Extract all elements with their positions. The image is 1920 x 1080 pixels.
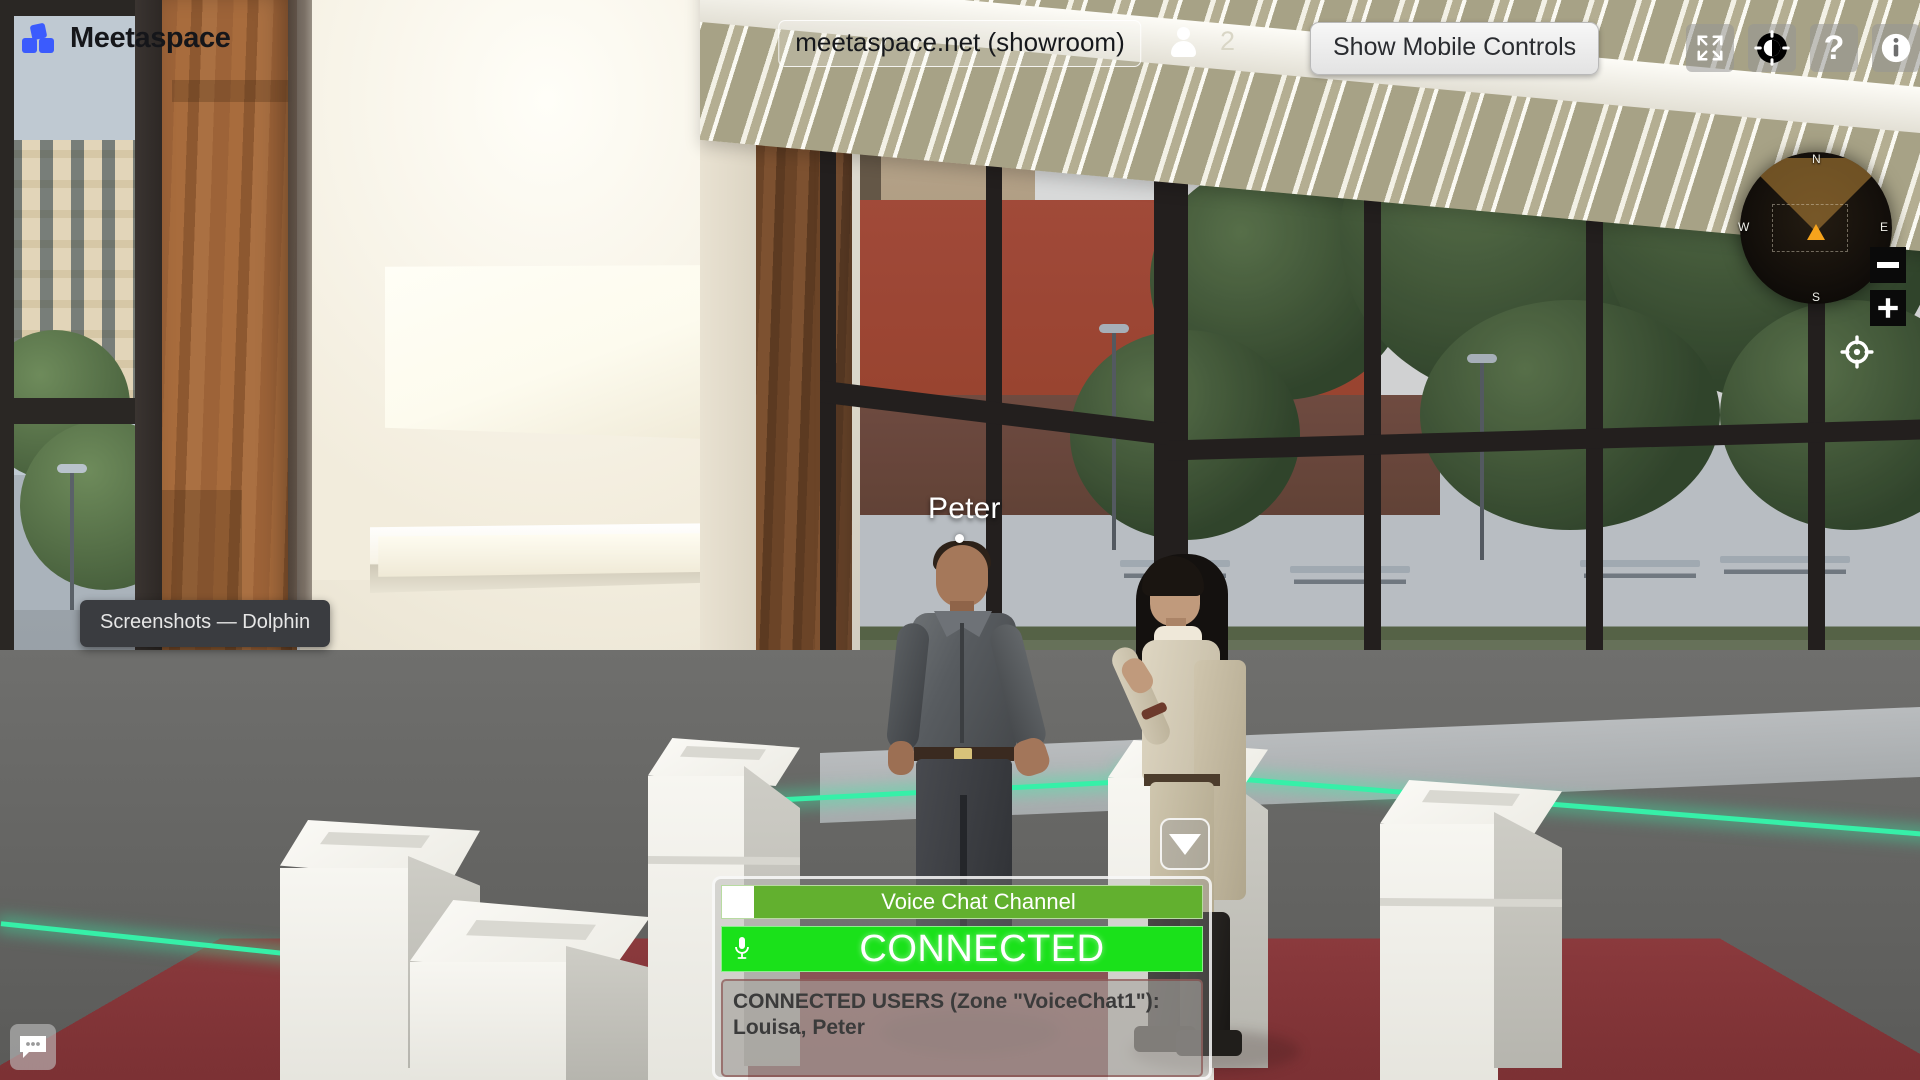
voice-chat-status: CONNECTED — [859, 927, 1105, 970]
compass-label-north: N — [1812, 152, 1821, 166]
info-icon — [1881, 33, 1911, 63]
people-counter: 2 — [1170, 26, 1235, 57]
minimap-player-marker — [1807, 224, 1825, 240]
voice-chat-checkbox[interactable] — [722, 886, 755, 918]
compass-label-west: W — [1738, 220, 1750, 234]
view-mode-button[interactable] — [1748, 24, 1796, 72]
plus-icon — [1878, 298, 1898, 318]
question-mark-icon: ? — [1823, 29, 1845, 67]
expand-arrows-icon — [1697, 35, 1723, 61]
minimap-zoom-in-button[interactable] — [1870, 290, 1906, 326]
fullscreen-button[interactable] — [1686, 24, 1734, 72]
voice-chat-panel[interactable]: Voice Chat Channel CONNECTED CONNECTED U… — [712, 876, 1212, 1080]
triangle-down-icon — [1169, 833, 1201, 855]
help-button[interactable]: ? — [1810, 24, 1858, 72]
voice-chat-header[interactable]: Voice Chat Channel — [721, 885, 1203, 919]
minimap-zoom-out-button[interactable] — [1870, 247, 1906, 283]
minimap-recenter-button[interactable] — [1840, 335, 1874, 369]
window-tooltip: Screenshots — Dolphin — [80, 600, 331, 647]
chat-toggle-button[interactable] — [10, 1024, 56, 1070]
person-icon — [1170, 26, 1196, 57]
info-button[interactable] — [1872, 24, 1920, 72]
compass-label-east: E — [1880, 220, 1889, 234]
compass-target-icon — [1754, 30, 1790, 66]
microphone-icon — [722, 936, 762, 962]
chat-bubble-icon — [20, 1036, 46, 1058]
minus-icon — [1877, 262, 1899, 268]
connected-users-heading: CONNECTED USERS (Zone "VoiceChat1"): — [733, 990, 1160, 1013]
room-title: meetaspace.net (showroom) — [778, 20, 1142, 67]
compass-label-south: S — [1812, 290, 1821, 304]
voice-chat-collapse-button[interactable] — [1160, 818, 1210, 870]
cubes-logo-icon — [22, 22, 56, 54]
voice-chat-connected-users: CONNECTED USERS (Zone "VoiceChat1"): Lou… — [721, 979, 1203, 1077]
brand-name: Meetaspace — [70, 22, 231, 54]
voice-chat-header-label: Voice Chat Channel — [881, 889, 1076, 914]
people-count: 2 — [1220, 26, 1236, 56]
crosshair-target-icon — [1840, 335, 1874, 369]
hud-overlay: Meetaspace meetaspace.net (showroom) 2 S… — [0, 0, 1920, 1080]
brand-logo[interactable]: Meetaspace — [22, 22, 231, 55]
meetaspace-3d-viewport[interactable]: Peter Meetaspace meetaspace.net (showroo… — [0, 0, 1920, 1080]
show-mobile-controls-button[interactable]: Show Mobile Controls — [1310, 22, 1600, 75]
connected-users-list: Louisa, Peter — [733, 1016, 865, 1040]
voice-chat-status-bar[interactable]: CONNECTED — [721, 926, 1203, 972]
